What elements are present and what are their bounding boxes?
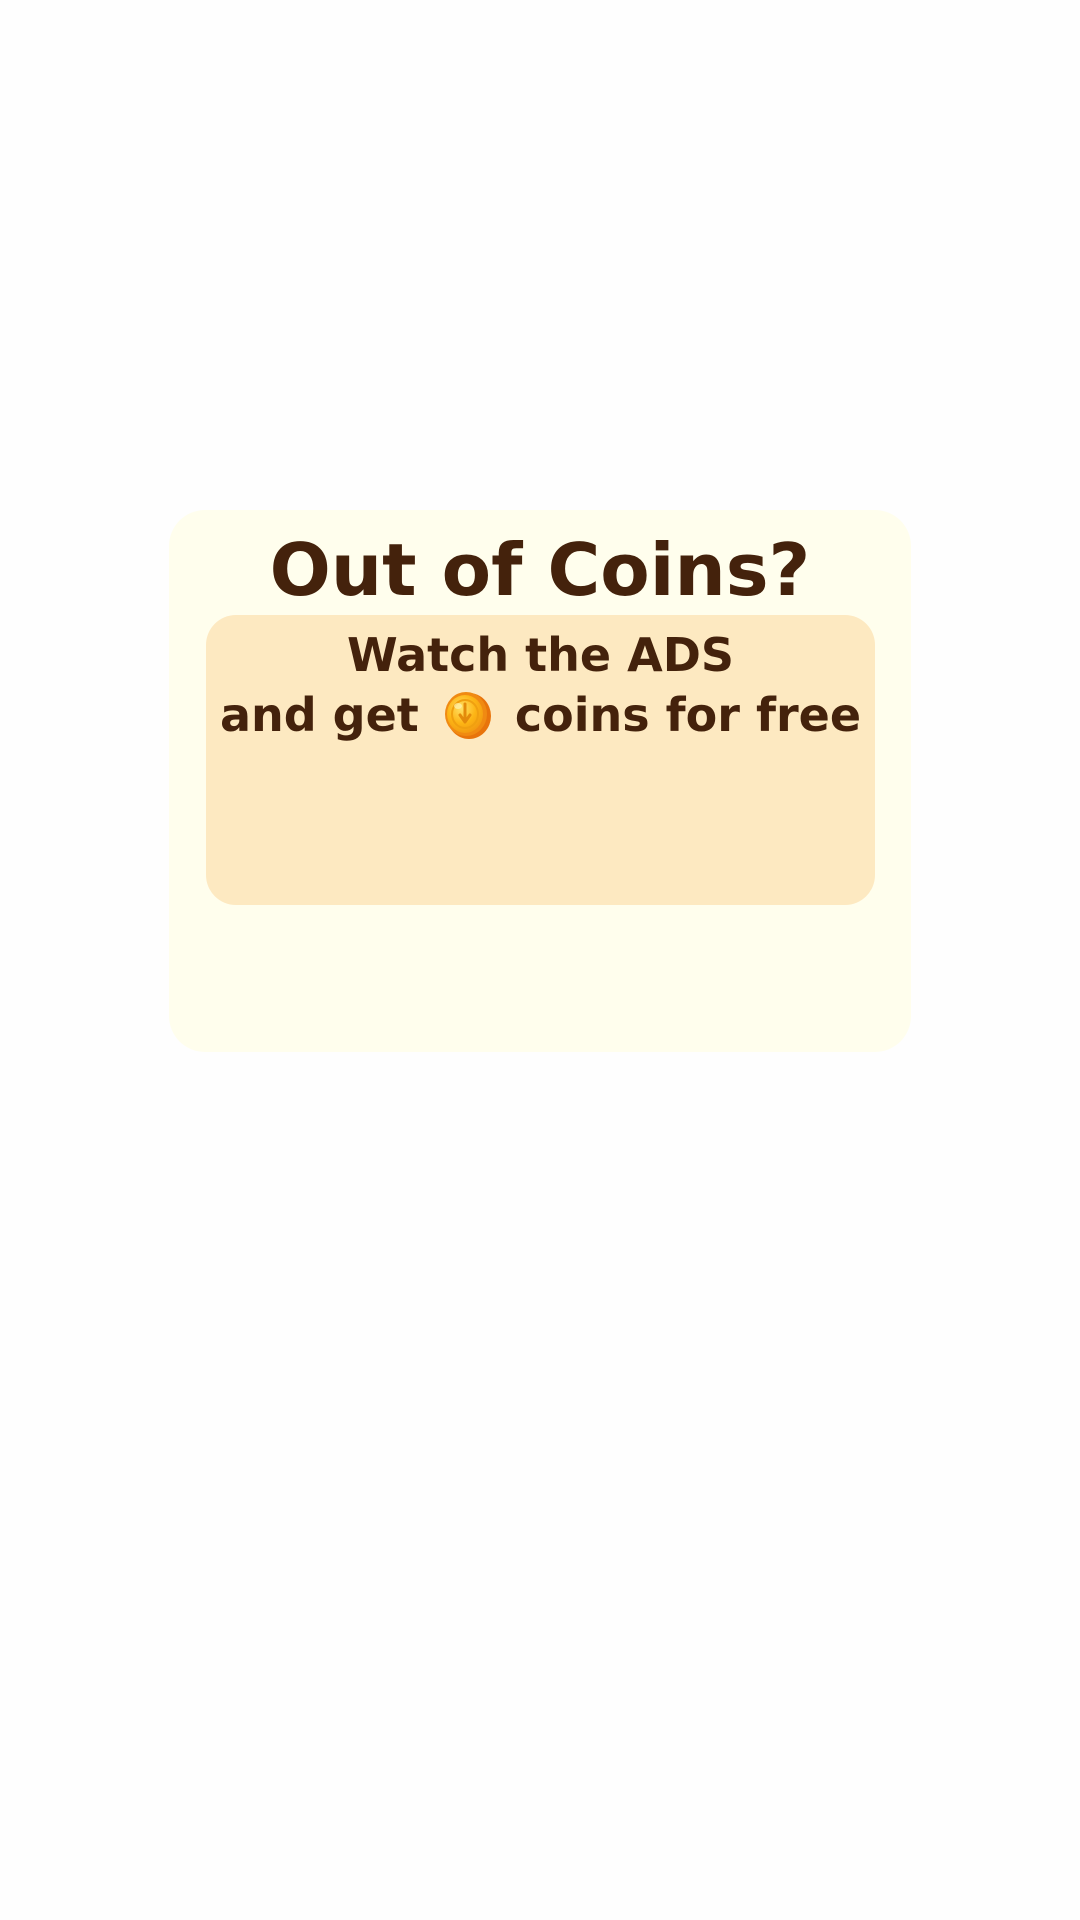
message-line-1: Watch the ADS xyxy=(346,628,735,682)
dialog-title: Out of Coins? xyxy=(269,528,811,612)
coin-icon xyxy=(441,689,493,741)
screen: Out of Coins? Watch the ADS and get coin… xyxy=(0,0,1080,1920)
message-line-2: and get coins for free xyxy=(206,685,875,745)
watch-ads-panel[interactable]: Watch the ADS and get coins for free xyxy=(206,615,875,905)
out-of-coins-dialog: Out of Coins? Watch the ADS and get coin… xyxy=(169,510,911,1052)
message-text-before-coin: and get xyxy=(219,688,419,742)
message-text-after-coin: coins for free xyxy=(514,688,862,742)
